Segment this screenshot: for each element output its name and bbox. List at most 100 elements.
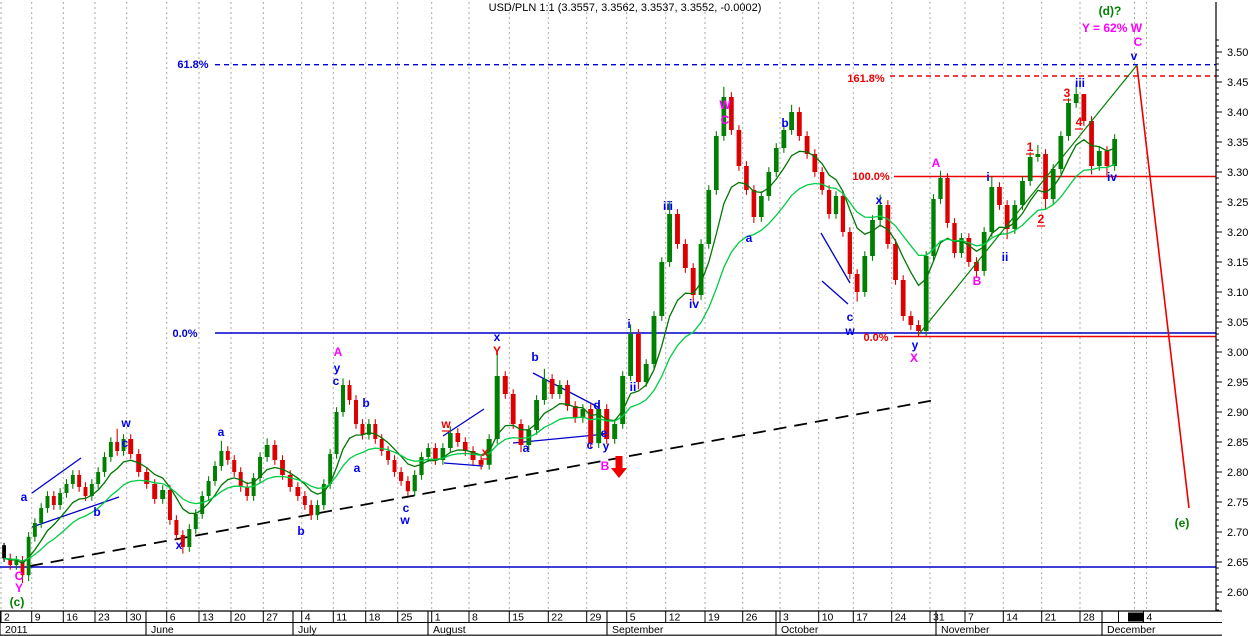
wave-label: iii — [1075, 76, 1085, 90]
candle — [502, 371, 508, 399]
candle — [862, 251, 868, 297]
candle-body — [781, 130, 787, 148]
date-label: 10 — [822, 612, 834, 624]
date-label: 29 — [590, 612, 602, 624]
candle — [77, 470, 82, 492]
candle-body — [77, 475, 82, 487]
candle-body — [651, 316, 657, 364]
candle — [315, 500, 320, 520]
candle-body — [455, 433, 461, 442]
candle-body — [877, 205, 883, 220]
axes-layer: 3.50 3.45 3.40 3.35 3.30 3.25 3.20 3.15 3.10 3.05… — [0, 2, 1248, 636]
date-label: 31 — [933, 612, 945, 624]
y-axis-label: 3.45 — [1227, 77, 1248, 89]
candle-body — [1073, 94, 1079, 103]
y-axis-label: 3.05 — [1227, 317, 1248, 329]
candle-body — [433, 448, 438, 460]
candle-body — [862, 256, 868, 292]
candle-body — [213, 466, 217, 481]
candle — [682, 239, 688, 273]
oct-channel-lower — [821, 280, 849, 305]
candle — [833, 191, 839, 219]
oct-channel-upper — [820, 232, 851, 284]
candle-body — [706, 190, 712, 244]
candle — [1066, 98, 1071, 141]
candle — [989, 176, 995, 237]
candle-body — [628, 334, 634, 376]
candle — [347, 380, 352, 405]
month-label: August — [433, 624, 466, 636]
y-axis-label: 2.90 — [1227, 407, 1248, 419]
date-label: 30 — [130, 612, 142, 624]
date-label: 28 — [1083, 612, 1095, 624]
candle-body — [96, 472, 101, 484]
date-label: 23 — [98, 612, 110, 624]
candle — [206, 476, 211, 501]
candle — [706, 185, 712, 249]
candle-body — [302, 496, 307, 505]
date-label: 25 — [401, 612, 413, 624]
wave-label: x — [176, 538, 183, 552]
candle-body — [945, 178, 950, 223]
candle-body — [494, 376, 500, 439]
candle-body — [272, 445, 278, 460]
wave-label: w — [440, 417, 451, 431]
date-label: 6 — [170, 612, 176, 624]
month-label: June — [151, 624, 174, 636]
candle-body — [144, 472, 150, 484]
fib-label: 161.8% — [847, 73, 885, 85]
candle-body — [773, 148, 779, 172]
date-label: 11 — [336, 612, 347, 624]
candle — [360, 419, 365, 440]
candle — [232, 455, 237, 477]
y-axis-label: 2.60 — [1227, 587, 1248, 599]
candle-body — [152, 484, 158, 499]
candle-body — [160, 490, 166, 499]
date-label: 1 — [435, 612, 441, 624]
y-axis-label: 2.70 — [1227, 527, 1248, 539]
candle — [713, 131, 719, 195]
candle-body — [174, 520, 179, 535]
candle-body — [698, 244, 704, 295]
candle-body — [373, 424, 378, 439]
candle — [366, 419, 371, 440]
wave-label: y — [334, 361, 341, 375]
candle — [812, 149, 818, 177]
candle-body — [549, 379, 555, 394]
wave-label: y — [912, 338, 919, 352]
wave-label: iv — [1107, 170, 1117, 184]
candle-body — [713, 136, 719, 190]
candle — [70, 470, 75, 489]
candle-body — [938, 178, 943, 199]
candle-body — [989, 187, 995, 232]
y-axis-label: 2.85 — [1227, 437, 1248, 449]
wave-label: w — [399, 513, 410, 527]
candle-body — [70, 475, 75, 484]
wave-label: 3 — [1064, 86, 1071, 100]
candle — [470, 446, 476, 465]
candle — [341, 378, 346, 417]
wave-label: d — [593, 398, 600, 412]
wave-label: w — [120, 416, 131, 430]
wave-label: c — [122, 436, 129, 450]
y-axis-label: 2.80 — [1227, 467, 1248, 479]
aug-wedge-lower — [443, 462, 484, 467]
y-axis-label: 3.30 — [1227, 167, 1248, 179]
wave-label: Y = 62% W — [1082, 21, 1143, 35]
candle — [840, 191, 846, 237]
date-label: 16 — [66, 612, 78, 624]
candle-body — [870, 220, 875, 256]
wave-label: c — [587, 438, 594, 452]
wave-label: C — [721, 113, 730, 127]
month-label: November — [941, 624, 990, 636]
wave-label: Y — [493, 344, 501, 358]
candle — [213, 461, 217, 486]
candle-body — [58, 493, 63, 505]
wave-label: b — [531, 350, 538, 364]
candle-body — [759, 196, 764, 217]
candle — [225, 446, 230, 465]
candle-body — [916, 325, 921, 331]
wave-label: a — [218, 425, 225, 439]
candle-body — [923, 256, 929, 331]
candle-body — [225, 451, 230, 460]
